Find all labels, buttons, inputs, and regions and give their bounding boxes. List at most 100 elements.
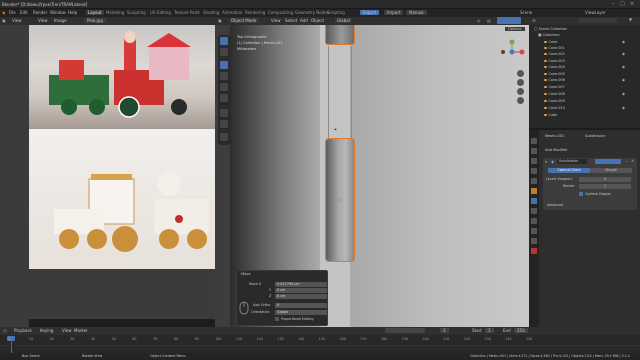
visibility-eye-icon[interactable]: ◉ <box>622 106 625 110</box>
camera-view-icon[interactable] <box>517 88 524 95</box>
list-item[interactable]: Cube <box>544 113 557 118</box>
workspace-tab-sculpting[interactable]: Sculpting <box>127 10 146 15</box>
optimal-display-checkbox[interactable] <box>579 192 583 196</box>
viewport-editor-type-icon[interactable]: ▣ <box>218 18 222 23</box>
workspace-tab-modeling[interactable]: Modeling <box>106 10 124 15</box>
list-item[interactable]: Cone <box>544 40 557 45</box>
playback-controls[interactable] <box>385 328 425 333</box>
visibility-eye-icon[interactable]: ◉ <box>622 40 625 44</box>
list-item[interactable]: Cone.008 <box>544 92 565 97</box>
scene-label[interactable]: Scene <box>520 10 532 15</box>
advanced-subpanel[interactable]: Advanced <box>547 203 563 207</box>
mesh-object-selected[interactable] <box>325 138 355 262</box>
modifier-dropdown-icon[interactable]: ⌄ <box>625 158 628 163</box>
list-item[interactable]: Cone.007 <box>544 85 565 90</box>
list-item[interactable]: Cone.009 <box>544 99 565 104</box>
image-name-field[interactable]: Pink.jpg <box>84 18 106 23</box>
scale-tool-icon[interactable] <box>220 83 228 91</box>
modifier-remove-icon[interactable]: × <box>631 158 634 163</box>
select-box-tool-icon[interactable] <box>220 37 228 45</box>
transform-tool-icon[interactable] <box>220 94 228 102</box>
view-layer-label[interactable]: ViewLayer <box>585 10 606 15</box>
marker-menu[interactable]: Marker <box>74 328 88 333</box>
axis-gizmo-icon[interactable] <box>498 38 526 66</box>
catmull-clark-tab[interactable]: Catmull-Clark <box>548 168 590 173</box>
collection-row[interactable]: ▣ Collection <box>538 33 560 38</box>
list-item[interactable]: Cone.002 <box>544 52 565 57</box>
list-item[interactable]: Cone.004 <box>544 65 565 70</box>
workspace-tab-animation[interactable]: Animation <box>222 10 242 15</box>
outliner-type-icon[interactable]: ☰ <box>532 18 536 23</box>
modifier-tab-icon[interactable] <box>531 198 537 204</box>
physics-tab-icon[interactable] <box>531 218 537 224</box>
cursor-tool-icon[interactable] <box>220 48 228 56</box>
viewport-view-menu[interactable]: View <box>271 18 281 23</box>
maximize-icon[interactable]: □ <box>620 1 625 7</box>
scene-tab-icon[interactable] <box>531 168 537 174</box>
move-x-field[interactable]: 0.517794 cm <box>275 282 327 287</box>
editor-type-icon[interactable]: ▣ <box>2 18 6 23</box>
object-tab-icon[interactable] <box>531 188 537 194</box>
workspace-tab-shading[interactable]: Shading <box>203 10 219 15</box>
orientation-dropdown[interactable]: Global <box>335 18 352 23</box>
pan-icon[interactable] <box>517 79 524 86</box>
viewport-object-menu[interactable]: Object <box>311 18 324 23</box>
xray-icon[interactable]: ▤ <box>487 18 491 23</box>
zoom-icon[interactable] <box>517 70 524 77</box>
start-frame-field[interactable]: 1 <box>485 328 494 333</box>
timeline-editor-icon[interactable]: ◷ <box>3 328 7 333</box>
navigation-gizmo[interactable] <box>498 38 526 66</box>
workspace-tab-uv-editing[interactable]: UV Editing <box>150 10 171 15</box>
move-y-field[interactable]: 0 cm <box>275 288 327 293</box>
proportional-editing-checkbox[interactable] <box>275 317 279 321</box>
particles-tab-icon[interactable] <box>531 208 537 214</box>
workspace-tab-layout[interactable]: Layout <box>86 10 104 15</box>
workspace-tab-geometry-nodes[interactable]: Geometry Nodes <box>295 10 329 15</box>
end-frame-field[interactable]: 250 <box>514 328 528 333</box>
modifier-name-field[interactable]: Subdivision <box>557 159 587 164</box>
add-cube-tool-icon[interactable] <box>220 133 228 141</box>
data-tab-icon[interactable] <box>531 238 537 244</box>
collapse-arrow-icon[interactable]: ▾ <box>545 159 547 164</box>
menu-help[interactable]: Help <box>68 10 77 15</box>
list-item[interactable]: Cone.006 <box>544 78 565 83</box>
levels-viewport-field[interactable]: 2 <box>579 177 631 182</box>
current-frame-field[interactable]: 1 <box>440 328 449 333</box>
perspective-toggle-icon[interactable] <box>517 97 524 104</box>
visibility-eye-icon[interactable]: ◉ <box>622 52 625 56</box>
list-item[interactable]: Cone.003 <box>544 59 565 64</box>
workspace-tab-compositing[interactable]: Compositing <box>268 10 293 15</box>
menu-edit[interactable]: Edit <box>20 10 28 15</box>
tool-tab-icon[interactable] <box>531 138 537 144</box>
world-tab-icon[interactable] <box>531 178 537 184</box>
list-item[interactable]: Cone.005 <box>544 72 565 77</box>
list-item[interactable]: Cone.010 <box>544 106 565 111</box>
shading-mode-buttons[interactable] <box>497 17 521 24</box>
image-menu[interactable]: Image <box>54 18 67 23</box>
visibility-eye-icon[interactable]: ◉ <box>622 65 625 69</box>
viewport-select-menu[interactable]: Select <box>285 18 297 23</box>
outliner-search-input[interactable] <box>579 18 617 23</box>
annotate-tool-icon[interactable] <box>220 109 228 117</box>
visibility-eye-icon[interactable]: ◉ <box>622 92 625 96</box>
overlay-icon[interactable]: ◎ <box>477 18 481 23</box>
menu-file[interactable]: File <box>9 10 16 15</box>
workspace-tab-scripting[interactable]: Scripting <box>327 10 345 15</box>
render-levels-field[interactable]: 2 <box>579 184 631 189</box>
add-modifier-button[interactable]: Add Modifier <box>545 148 568 152</box>
blender-logo-icon[interactable]: ◉ <box>2 10 6 15</box>
menu-render[interactable]: Render <box>33 10 47 15</box>
axis-ortho-dropdown[interactable]: X <box>275 303 327 308</box>
render-tab-icon[interactable] <box>531 148 537 154</box>
minimize-icon[interactable]: – <box>612 1 615 7</box>
modifier-display-toggles[interactable] <box>595 159 621 164</box>
workspace-tab-rendering[interactable]: Rendering <box>245 10 265 15</box>
menu-window[interactable]: Window <box>50 10 66 15</box>
constraints-tab-icon[interactable] <box>531 228 537 234</box>
mesh-object-top[interactable] <box>325 25 355 45</box>
image-view-menu-2[interactable]: View <box>38 18 48 23</box>
move-z-field[interactable]: 0 cm <box>275 294 327 299</box>
visibility-eye-icon[interactable]: ◉ <box>622 78 625 82</box>
export-button[interactable]: Export <box>360 10 380 15</box>
measure-tool-icon[interactable] <box>220 120 228 128</box>
